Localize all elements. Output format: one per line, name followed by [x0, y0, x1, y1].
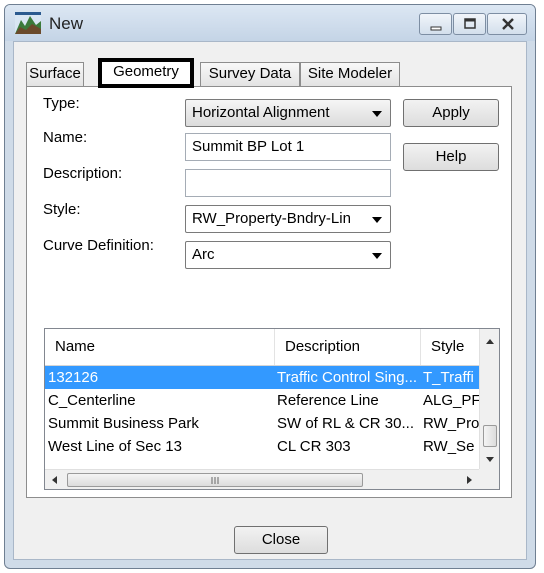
maximize-icon: [464, 18, 476, 29]
title-bar[interactable]: New: [5, 5, 535, 41]
curve-definition-dropdown[interactable]: Arc: [185, 241, 391, 269]
list-row[interactable]: Summit Business Park SW of RL & CR 30...…: [45, 412, 479, 435]
row-name: C_Centerline: [48, 392, 136, 409]
curve-definition-label: Curve Definition:: [43, 237, 154, 254]
type-label: Type:: [43, 95, 80, 112]
column-header-name[interactable]: Name: [45, 329, 275, 365]
vertical-scrollbar[interactable]: [479, 329, 500, 471]
terrain-app-icon: [15, 12, 41, 34]
vertical-scroll-thumb[interactable]: [483, 425, 497, 447]
geometry-list[interactable]: Name Description Style 132126 Traffic Co…: [44, 328, 500, 490]
dialog-body: Surface Geometry Survey Data Site Modele…: [13, 41, 527, 560]
chevron-down-icon: [372, 217, 382, 223]
tab-surface[interactable]: Surface: [26, 62, 84, 86]
grip-icon: [211, 477, 219, 484]
tab-survey-data[interactable]: Survey Data: [200, 62, 300, 86]
scroll-right-arrow-icon[interactable]: [459, 470, 479, 490]
column-header-style[interactable]: Style: [421, 329, 479, 365]
minimize-button[interactable]: [419, 13, 452, 35]
description-field[interactable]: [185, 169, 391, 197]
description-label: Description:: [43, 165, 123, 182]
name-label: Name:: [43, 129, 88, 146]
tab-site-modeler[interactable]: Site Modeler: [300, 62, 400, 86]
row-description: Reference Line: [277, 392, 379, 409]
row-description: CL CR 303: [277, 438, 351, 455]
scroll-left-arrow-icon[interactable]: [45, 470, 65, 490]
row-name: Summit Business Park: [48, 415, 199, 432]
scroll-down-arrow-icon[interactable]: [480, 449, 500, 469]
style-dropdown[interactable]: RW_Property-Bndry-Lin: [185, 205, 391, 233]
type-dropdown[interactable]: Horizontal Alignment: [185, 99, 391, 127]
scroll-corner: [479, 469, 499, 489]
list-header: Name Description Style: [45, 329, 479, 366]
horizontal-scroll-thumb[interactable]: [67, 473, 363, 487]
list-row[interactable]: West Line of Sec 13 CL CR 303 RW_Se: [45, 435, 479, 458]
name-field[interactable]: Summit BP Lot 1: [185, 133, 391, 161]
curve-definition-value: Arc: [192, 246, 215, 263]
tab-geometry[interactable]: Geometry: [98, 58, 194, 88]
chevron-down-icon: [372, 111, 382, 117]
window-title: New: [49, 14, 84, 33]
column-header-description[interactable]: Description: [275, 329, 421, 365]
row-style: ALG_PF: [423, 392, 479, 409]
maximize-button[interactable]: [453, 13, 486, 35]
row-style: RW_Se: [423, 438, 475, 455]
new-dialog-window: New Surface Geometry Survey Data Site Mo…: [4, 4, 536, 569]
close-button[interactable]: Close: [234, 526, 328, 554]
chevron-down-icon: [372, 253, 382, 259]
help-button[interactable]: Help: [403, 143, 499, 171]
style-label: Style:: [43, 201, 81, 218]
row-style: RW_Pro: [423, 415, 479, 432]
row-style: T_Traffi: [423, 369, 474, 386]
style-value: RW_Property-Bndry-Lin: [192, 210, 351, 227]
minimize-icon: [430, 26, 442, 31]
row-name: 132126: [48, 369, 99, 386]
row-name: West Line of Sec 13: [48, 438, 182, 455]
row-description: Traffic Control Sing...: [277, 369, 418, 386]
horizontal-scrollbar[interactable]: [45, 469, 479, 490]
apply-button[interactable]: Apply: [403, 99, 499, 127]
close-window-button[interactable]: [487, 13, 527, 35]
row-description: SW of RL & CR 30...: [277, 415, 414, 432]
type-value: Horizontal Alignment: [192, 104, 330, 121]
list-row[interactable]: 132126 Traffic Control Sing... T_Traffi: [45, 366, 479, 389]
close-icon: [502, 18, 514, 30]
list-row[interactable]: C_Centerline Reference Line ALG_PF: [45, 389, 479, 412]
scroll-up-arrow-icon[interactable]: [480, 331, 500, 351]
